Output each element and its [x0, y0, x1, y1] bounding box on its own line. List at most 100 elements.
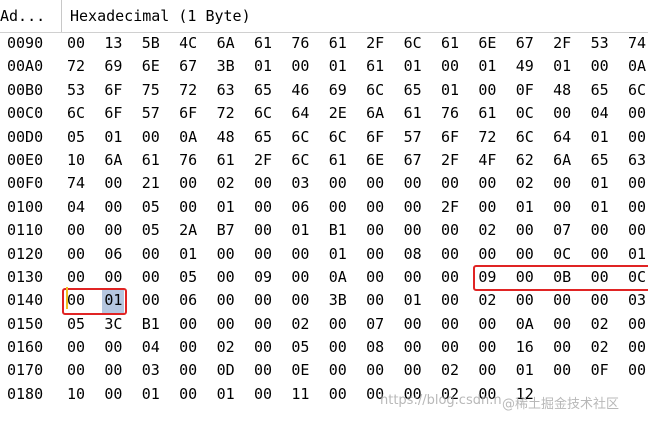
- hex-byte[interactable]: 76: [177, 149, 199, 172]
- hex-byte[interactable]: 00: [327, 172, 349, 195]
- hex-byte[interactable]: 0B: [551, 266, 573, 289]
- hex-row[interactable]: 0170 00 00 03 00 0D 00 0E 00 00 00 02 00 01 00 0F 00: [0, 359, 648, 382]
- hex-byte[interactable]: 02: [215, 172, 237, 195]
- hex-byte[interactable]: 00: [439, 313, 461, 336]
- hex-byte[interactable]: 02: [215, 336, 237, 359]
- hex-byte[interactable]: 01: [177, 243, 199, 266]
- hex-byte[interactable]: 00: [289, 289, 311, 312]
- hex-byte[interactable]: 09: [476, 266, 498, 289]
- hex-byte[interactable]: 00: [402, 359, 424, 382]
- hex-byte[interactable]: 00: [140, 266, 162, 289]
- hex-byte[interactable]: 05: [65, 313, 87, 336]
- hex-byte[interactable]: 00: [215, 243, 237, 266]
- hex-byte[interactable]: 00: [439, 336, 461, 359]
- hex-byte[interactable]: 00: [65, 243, 87, 266]
- hex-byte[interactable]: 00: [476, 243, 498, 266]
- hex-byte[interactable]: 00: [140, 243, 162, 266]
- hex-byte[interactable]: 00: [65, 266, 87, 289]
- hex-byte[interactable]: 00: [102, 196, 124, 219]
- hex-byte[interactable]: 00: [589, 243, 611, 266]
- hex-byte[interactable]: 2E: [327, 102, 349, 125]
- hex-byte[interactable]: 00: [289, 243, 311, 266]
- hex-byte[interactable]: 00: [364, 359, 386, 382]
- hex-byte[interactable]: 00: [626, 219, 648, 242]
- hex-byte[interactable]: 6F: [364, 126, 386, 149]
- hex-byte[interactable]: 01: [589, 196, 611, 219]
- hex-byte[interactable]: 00: [364, 289, 386, 312]
- hex-byte[interactable]: 02: [589, 336, 611, 359]
- hex-byte[interactable]: 00: [514, 219, 536, 242]
- hex-byte[interactable]: 01: [402, 289, 424, 312]
- hex-byte[interactable]: 00: [289, 266, 311, 289]
- hex-byte[interactable]: 6C: [327, 126, 349, 149]
- hex-byte[interactable]: 00: [65, 359, 87, 382]
- hex-byte[interactable]: 00: [626, 359, 648, 382]
- hex-byte[interactable]: 00: [177, 172, 199, 195]
- hex-byte[interactable]: 01: [102, 289, 125, 313]
- hex-byte[interactable]: 00: [289, 55, 311, 78]
- hex-byte[interactable]: 0D: [215, 359, 237, 382]
- hex-byte[interactable]: 0A: [327, 266, 349, 289]
- hex-byte[interactable]: 01: [402, 55, 424, 78]
- hex-byte[interactable]: 6C: [289, 126, 311, 149]
- hex-row[interactable]: 00A0 72 69 6E 67 3B 01 00 01 61 01 00 01 49 01 00 0A: [0, 55, 648, 78]
- hex-byte[interactable]: 06: [177, 289, 199, 312]
- hex-byte[interactable]: 6A: [102, 149, 124, 172]
- hex-byte[interactable]: 00: [177, 359, 199, 382]
- hex-byte[interactable]: 01: [327, 55, 349, 78]
- hex-byte[interactable]: 00: [177, 383, 199, 406]
- hex-byte[interactable]: 04: [589, 102, 611, 125]
- hex-byte[interactable]: 49: [514, 55, 536, 78]
- hex-byte[interactable]: 65: [589, 79, 611, 102]
- hex-byte[interactable]: 63: [626, 149, 648, 172]
- hex-byte[interactable]: 00: [327, 336, 349, 359]
- hex-row[interactable]: 0160 00 00 04 00 02 00 05 00 08 00 00 00 16 00 02 00: [0, 336, 648, 359]
- hex-byte[interactable]: 01: [589, 172, 611, 195]
- hex-byte[interactable]: 00: [102, 172, 124, 195]
- hex-byte[interactable]: 01: [140, 383, 162, 406]
- hex-byte[interactable]: 2A: [177, 219, 199, 242]
- hex-byte[interactable]: 65: [589, 149, 611, 172]
- address-column-header[interactable]: Ad...: [0, 0, 62, 32]
- hex-byte[interactable]: 03: [626, 289, 648, 312]
- hex-byte[interactable]: 01: [514, 359, 536, 382]
- hex-byte[interactable]: 00: [252, 196, 274, 219]
- hex-byte[interactable]: 4C: [177, 32, 199, 55]
- hex-byte[interactable]: 2F: [364, 32, 386, 55]
- hex-byte[interactable]: 00: [140, 289, 162, 312]
- hex-byte[interactable]: 00: [327, 196, 349, 219]
- hex-byte[interactable]: 00: [551, 102, 573, 125]
- hex-byte[interactable]: 72: [476, 126, 498, 149]
- hex-byte[interactable]: 00: [215, 266, 237, 289]
- hex-grid[interactable]: 0090 00 13 5B 4C 6A 61 76 61 2F 6C 61 6E 67 2F 53 74 00A0…: [0, 32, 648, 406]
- hex-byte[interactable]: 6C: [364, 79, 386, 102]
- hex-byte[interactable]: 00: [514, 289, 536, 312]
- hex-byte[interactable]: 00: [626, 172, 648, 195]
- hex-byte[interactable]: 6E: [364, 149, 386, 172]
- hex-row[interactable]: 0110 00 00 05 2A B7 00 01 B1 00 00 00 02 00 07 00 00: [0, 219, 648, 242]
- hex-byte[interactable]: 01: [439, 79, 461, 102]
- hex-byte[interactable]: 0C: [551, 243, 573, 266]
- hex-byte[interactable]: 69: [327, 79, 349, 102]
- hex-byte[interactable]: 00: [327, 359, 349, 382]
- hex-byte[interactable]: 05: [177, 266, 199, 289]
- hex-byte[interactable]: 08: [364, 336, 386, 359]
- hex-byte[interactable]: 00: [252, 219, 274, 242]
- hex-byte[interactable]: 00: [252, 289, 274, 312]
- hex-byte[interactable]: 05: [140, 219, 162, 242]
- hex-byte[interactable]: 01: [514, 196, 536, 219]
- hex-byte[interactable]: [626, 383, 648, 406]
- hex-byte[interactable]: 05: [140, 196, 162, 219]
- hex-byte[interactable]: 00: [215, 289, 237, 312]
- hex-row[interactable]: 00D0 05 01 00 0A 48 65 6C 6C 6F 57 6F 72 6C 64 01 00: [0, 126, 648, 149]
- hex-byte[interactable]: 67: [514, 32, 536, 55]
- hex-byte[interactable]: 0F: [589, 359, 611, 382]
- hex-byte[interactable]: 00: [476, 336, 498, 359]
- hex-byte[interactable]: 01: [327, 243, 349, 266]
- hex-byte[interactable]: 00: [551, 336, 573, 359]
- hex-byte[interactable]: 3C: [102, 313, 124, 336]
- hex-byte[interactable]: 00: [476, 313, 498, 336]
- hex-byte[interactable]: 00: [364, 172, 386, 195]
- hex-byte[interactable]: 6C: [252, 102, 274, 125]
- hex-byte[interactable]: 00: [402, 196, 424, 219]
